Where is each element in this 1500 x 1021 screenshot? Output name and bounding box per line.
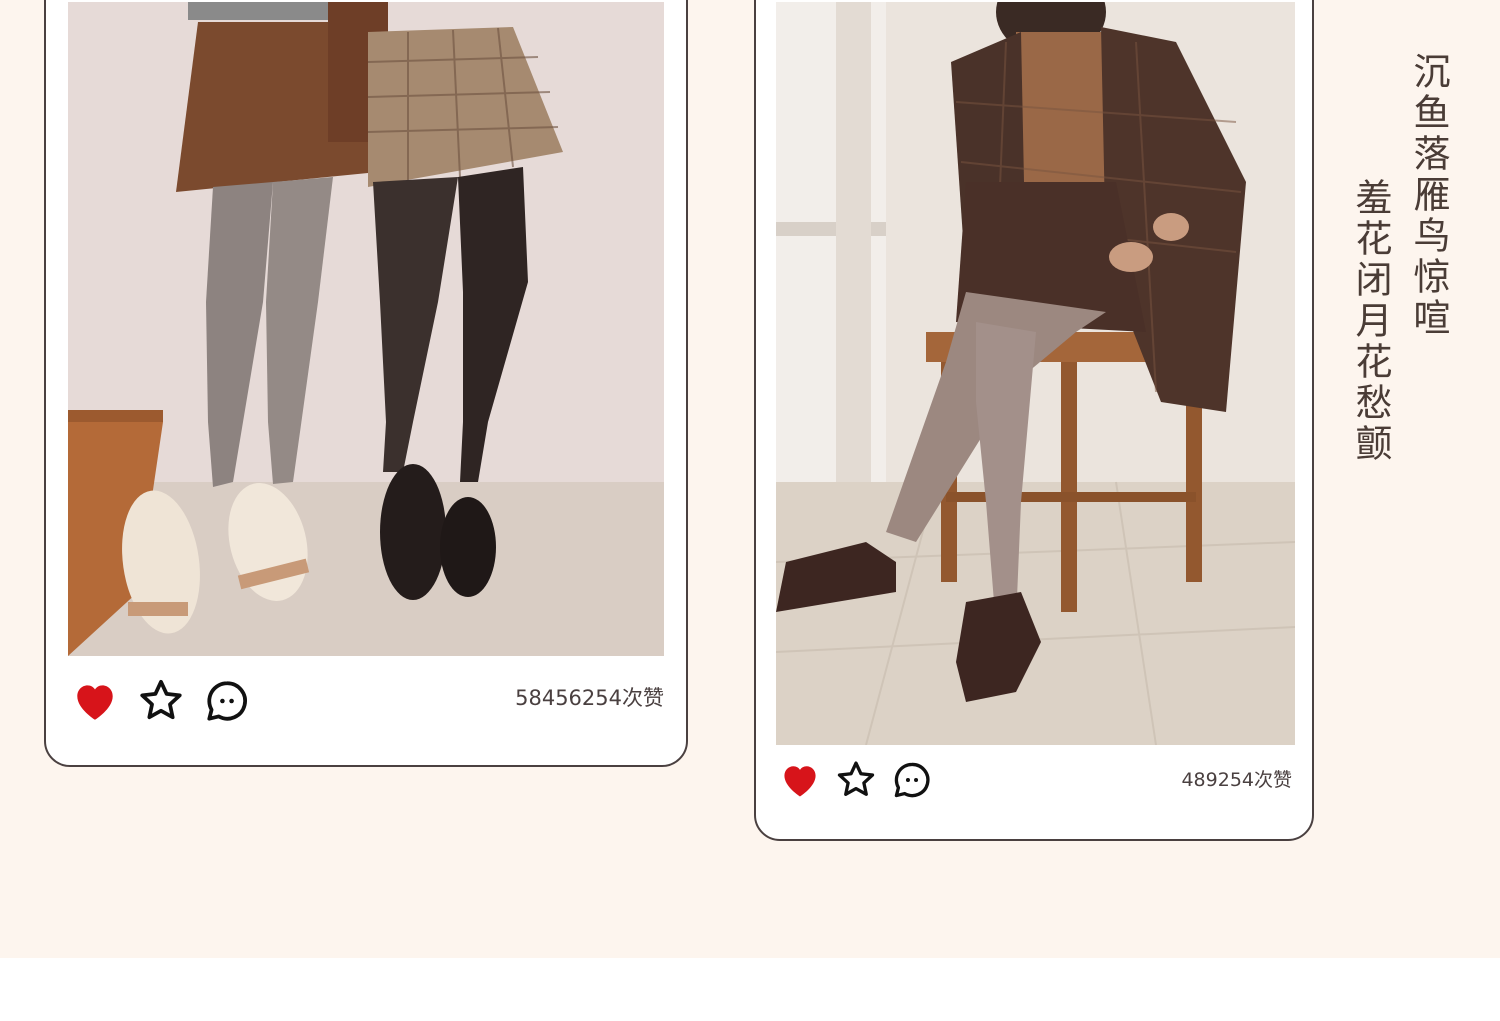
- page-bottom-band: [0, 958, 1500, 1021]
- post-photo-two-models-tights[interactable]: [68, 2, 664, 656]
- post-actions: [70, 676, 268, 726]
- comment-icon[interactable]: [202, 676, 252, 726]
- post-card-left: 58456254次赞: [44, 0, 688, 767]
- poem-line-2: 羞花闭月花愁颤: [1349, 178, 1392, 465]
- post-actions: [778, 758, 946, 802]
- star-icon[interactable]: [136, 676, 186, 726]
- heart-icon[interactable]: [778, 758, 822, 802]
- like-count: 58456254次赞: [515, 686, 664, 710]
- comment-icon[interactable]: [890, 758, 934, 802]
- post-card-right: 489254次赞: [754, 0, 1314, 841]
- poem-line-1: 沉鱼落雁鸟惊喧: [1407, 52, 1450, 339]
- star-icon[interactable]: [834, 758, 878, 802]
- post-photo-seated-model[interactable]: [776, 2, 1295, 745]
- heart-icon[interactable]: [70, 676, 120, 726]
- like-count: 489254次赞: [1181, 769, 1292, 791]
